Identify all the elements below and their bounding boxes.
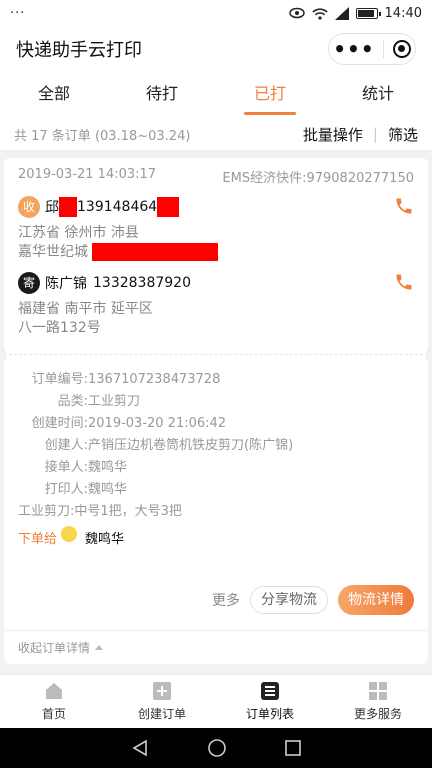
receiver-phone: 139148464 [77,199,158,215]
more-dots-icon[interactable]: ••• [333,39,374,59]
receiver-name: 邱 [45,200,59,216]
sender-phone-icon[interactable] [394,272,414,292]
tab-printed[interactable]: 已打 [216,72,324,118]
assign-name: 魏鸣华 [85,532,125,547]
capsule-divider [383,40,385,58]
nav-more-services[interactable]: 更多服务 [324,675,432,728]
app-header: 快递助手云打印 ••• [0,26,432,72]
tab-stats[interactable]: 统计 [324,72,432,118]
order-count: 共 17 条订单 (03.18~03.24) [14,128,191,144]
nav-order-list[interactable]: 订单列表 [216,675,324,728]
tab-all[interactable]: 全部 [0,72,108,118]
back-triangle-icon[interactable] [131,739,149,757]
order-tabs: 全部 待打 已打 统计 [0,72,432,118]
nav-label: 更多服务 [353,707,402,721]
miniprogram-capsule: ••• [328,33,416,65]
nav-home[interactable]: 首页 [0,675,108,728]
detail-value: 产销压边机卷筒机铁皮剪刀(陈广锦) [88,438,294,453]
detail-key: 创建人: [44,438,88,453]
sender-block: 寄 陈广锦 13328387920 福建省 南平市 延平区 八一路132号 [4,270,428,338]
summary-actions: 批量操作 | 筛选 [303,124,418,145]
sender-address-line2: 八一路132号 [18,320,101,336]
sender-row: 寄 陈广锦 13328387920 [18,270,414,296]
receiver-address-line1: 江苏省 徐州市 沛县 [18,225,139,241]
more-button[interactable]: 更多 [212,590,240,610]
bottom-nav: 首页 创建订单 订单列表 更多服务 [0,674,432,728]
detail-value: 2019-03-20 21:06:42 [88,416,227,431]
detail-value: 1367107238473728 [88,372,221,387]
detail-value: 工业剪刀 [88,394,141,409]
receiver-phone-icon[interactable] [394,196,414,216]
receiver-address-text: 嘉华世纪城 [18,244,88,260]
app-title: 快递助手云打印 [16,40,142,61]
nav-create-order[interactable]: 创建订单 [108,675,216,728]
card-notch-right [425,348,432,362]
share-logistics-button[interactable]: 分享物流 [250,586,328,614]
status-bar: ··· 14:40 [0,0,432,26]
receiver-block: 收 邱 139148464 江苏省 徐州市 沛县 嘉华世纪城 [4,194,428,262]
redaction-bar [92,243,219,261]
receiver-address-line2: 嘉华世纪城 [18,243,414,262]
order-time: 2019-03-21 14:03:17 [18,167,157,182]
nav-label: 首页 [41,707,66,721]
sender-name: 陈广锦 [45,276,87,292]
goods-line: 工业剪刀:中号1把，大号3把 [18,504,182,519]
detail-row: 创建时间: 2019-03-20 21:06:42 [18,413,414,435]
order-card-header: 2019-03-21 14:03:17 EMS经济快件:979082027715… [4,158,428,188]
summary-bar: 共 17 条订单 (03.18~03.24) 批量操作 | 筛选 [0,118,432,150]
collapse-label: 收起订单详情 [18,641,91,655]
assign-row: 下单给 魏鸣华 [18,525,414,547]
order-actions: 更多 分享物流 物流详情 [212,585,414,615]
status-icons: 14:40 [288,5,422,21]
logistics-detail-button[interactable]: 物流详情 [338,585,414,615]
list-icon [261,682,279,700]
nav-label: 创建订单 [137,707,186,721]
plus-square-icon [153,682,171,700]
wifi-icon [311,7,328,20]
avatar [61,525,78,542]
detail-key: 接单人: [44,460,88,475]
status-bar-dots: ··· [10,5,26,21]
assign-label: 下单给 [18,532,58,547]
batch-operation-button[interactable]: 批量操作 [303,124,363,145]
tab-pending[interactable]: 待打 [108,72,216,118]
grid-icon [369,682,387,700]
express-number: EMS经济快件:9790820277150 [222,171,414,186]
collapse-details-toggle[interactable]: 收起订单详情 [4,630,428,664]
actions-divider: | [372,125,378,143]
sender-badge: 寄 [18,272,40,294]
order-details: 订单编号: 1367107238473728 品类: 工业剪刀 创建时间: 2019-… [4,355,428,547]
detail-row: 品类: 工业剪刀 [18,391,414,413]
receiver-row: 收 邱 139148464 [18,194,414,220]
status-time: 14:40 [384,5,422,21]
nav-label: 订单列表 [245,707,294,721]
redaction-bar [59,197,77,217]
detail-key: 打印人: [44,482,88,497]
detail-key: 品类: [57,394,88,409]
detail-value: 魏鸣华 [88,460,128,475]
close-target-icon[interactable] [392,40,411,58]
eye-icon [288,7,305,19]
home-icon [46,683,62,699]
redaction-bar [157,197,180,217]
battery-icon [355,7,381,19]
home-circle-icon[interactable] [207,738,227,758]
sender-phone: 13328387920 [93,275,191,291]
chevron-up-icon [95,645,104,650]
recents-square-icon[interactable] [285,740,301,756]
card-divider [0,348,432,362]
detail-row: 订单编号: 1367107238473728 [18,369,414,391]
sender-address-line1: 福建省 南平市 延平区 [18,301,153,317]
detail-key: 订单编号: [31,372,88,387]
detail-row: 创建人: 产销压边机卷筒机铁皮剪刀(陈广锦) [18,435,414,457]
detail-row: 接单人: 魏鸣华 [18,457,414,479]
detail-row: 打印人: 魏鸣华 [18,479,414,501]
filter-button[interactable]: 筛选 [388,124,418,145]
signal-icon [334,6,349,20]
detail-value: 魏鸣华 [88,482,128,497]
detail-key: 创建时间: [31,416,88,431]
receiver-badge: 收 [18,196,40,218]
system-navigation-bar [0,728,432,768]
order-card: 2019-03-21 14:03:17 EMS经济快件:979082027715… [0,158,432,664]
